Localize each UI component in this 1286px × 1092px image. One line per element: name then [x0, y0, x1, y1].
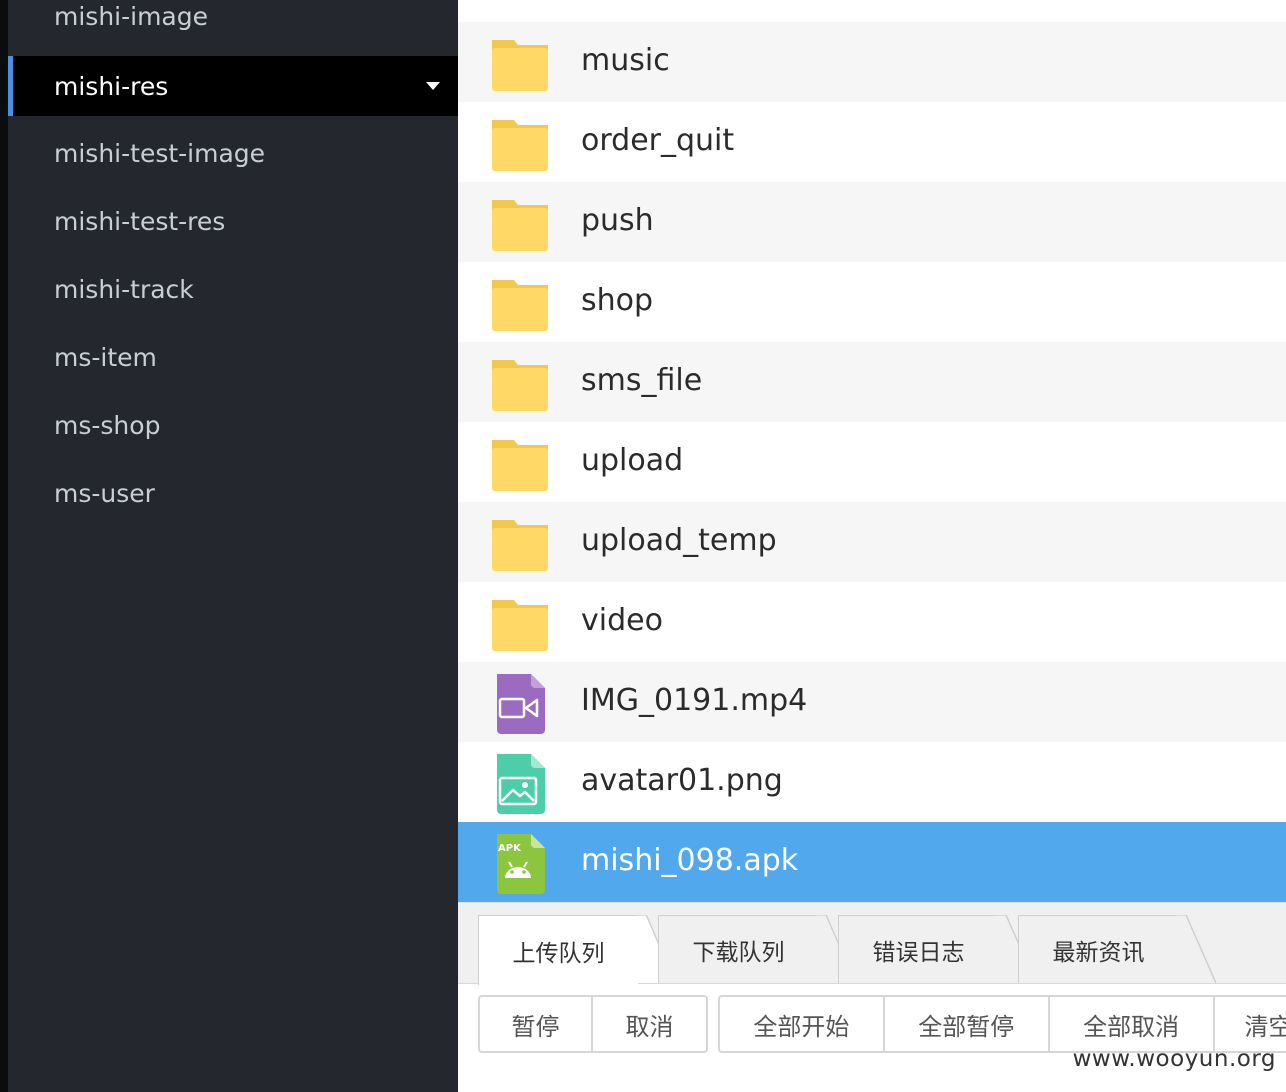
folder-icon [492, 600, 548, 651]
button-label: 全部暂停 [918, 1012, 1015, 1041]
file-row-order_quit[interactable]: order_quit [458, 102, 1286, 182]
file-name: push [581, 203, 654, 238]
sidebar-item-mishi-track[interactable]: mishi-track [8, 259, 458, 319]
watermark: www.wooyun.org [1072, 1046, 1276, 1072]
button-label: 取消 [625, 1012, 674, 1041]
tab-error-log[interactable]: 错误日志 [838, 915, 998, 983]
panel-tabbar: 上传队列 下载队列 错误日志 最新资讯 [458, 903, 1286, 985]
file-name: shop [581, 283, 654, 318]
file-row-sms_file[interactable]: sms_file [458, 342, 1286, 422]
tab-upload-queue[interactable]: 上传队列 [478, 915, 638, 985]
sidebar-item-label: ms-shop [54, 410, 161, 440]
file-row-upload[interactable]: upload [458, 422, 1286, 502]
folder-icon [492, 360, 548, 411]
cancel-all-button[interactable]: 全部取消 [1049, 997, 1215, 1051]
folder-icon [492, 120, 548, 171]
sidebar-item-mishi-image[interactable]: mishi-image [8, 0, 458, 46]
pause-all-button[interactable]: 全部暂停 [884, 997, 1050, 1051]
sidebar-item-mishi-test-image[interactable]: mishi-test-image [8, 123, 458, 183]
tab-edge [1176, 915, 1216, 983]
sidebar-item-mishi-test-res[interactable]: mishi-test-res [8, 191, 458, 251]
item-action-group: 暂停 取消 [478, 995, 708, 1053]
start-all-button[interactable]: 全部开始 [720, 997, 885, 1051]
sidebar-item-label: ms-item [54, 342, 157, 372]
folder-icon [492, 40, 548, 91]
file-row-upload_temp[interactable]: upload_temp [458, 502, 1286, 582]
apk-file-icon: APK [497, 834, 545, 894]
video-file-icon [497, 674, 545, 734]
file-browser: music order_quit push shop sms_file uplo… [458, 0, 1286, 1092]
file-name: sms_file [581, 363, 703, 398]
button-label: 暂停 [511, 1012, 560, 1041]
tab-download-queue[interactable]: 下载队列 [658, 915, 818, 983]
sidebar-item-label: ms-user [54, 478, 155, 508]
file-row-mishi_098-apk[interactable]: APK mishi_098.apk [458, 822, 1286, 902]
clear-button[interactable]: 清空 [1214, 997, 1286, 1051]
sidebar-item-ms-shop[interactable]: ms-shop [8, 395, 458, 455]
file-name: IMG_0191.mp4 [581, 683, 808, 718]
sidebar-item-label: mishi-test-image [54, 138, 266, 168]
tab-news[interactable]: 最新资讯 [1018, 915, 1178, 983]
file-name: upload_temp [581, 523, 777, 558]
file-name: upload [581, 443, 684, 478]
folder-icon [492, 520, 548, 571]
file-row-music[interactable]: music [458, 22, 1286, 102]
button-label: 全部取消 [1083, 1012, 1180, 1041]
bucket-sidebar: mishi-image mishi-res mishi-test-image m… [8, 0, 458, 1092]
file-name: mishi_098.apk [581, 843, 799, 878]
caret-down-icon[interactable] [426, 82, 440, 90]
file-name: order_quit [581, 123, 735, 158]
sidebar-item-label: mishi-image [54, 1, 209, 31]
file-name: avatar01.png [581, 763, 783, 798]
tab-label: 错误日志 [872, 939, 965, 966]
sidebar-item-mishi-res[interactable]: mishi-res [8, 56, 458, 116]
folder-icon [492, 200, 548, 251]
apk-badge-text: APK [498, 843, 522, 854]
list-top-spacer [458, 0, 1286, 22]
file-row-shop[interactable]: shop [458, 262, 1286, 342]
sidebar-item-label: mishi-test-res [54, 206, 226, 236]
button-label: 清空 [1244, 1012, 1286, 1041]
tab-label: 上传队列 [512, 940, 605, 967]
tab-label: 最新资讯 [1052, 939, 1145, 966]
file-row-img_0191-mp4[interactable]: IMG_0191.mp4 [458, 662, 1286, 742]
image-file-icon [497, 754, 545, 814]
file-row-avatar01-png[interactable]: avatar01.png [458, 742, 1286, 822]
sidebar-item-ms-item[interactable]: ms-item [8, 327, 458, 387]
window-edge [0, 0, 8, 1092]
sidebar-item-ms-user[interactable]: ms-user [8, 463, 458, 523]
sidebar-item-label: mishi-track [54, 274, 194, 304]
folder-icon [492, 280, 548, 331]
folder-icon [492, 440, 548, 491]
bulk-action-group: 全部开始 全部暂停 全部取消 清空 [718, 995, 1286, 1053]
cancel-button[interactable]: 取消 [593, 997, 706, 1051]
tab-label: 下载队列 [692, 939, 785, 966]
file-row-push[interactable]: push [458, 182, 1286, 262]
pause-button[interactable]: 暂停 [480, 997, 594, 1051]
file-name: video [581, 603, 663, 638]
sidebar-item-label: mishi-res [54, 71, 169, 101]
file-row-video[interactable]: video [458, 582, 1286, 662]
file-name: music [581, 43, 670, 78]
button-label: 全部开始 [753, 1012, 850, 1041]
